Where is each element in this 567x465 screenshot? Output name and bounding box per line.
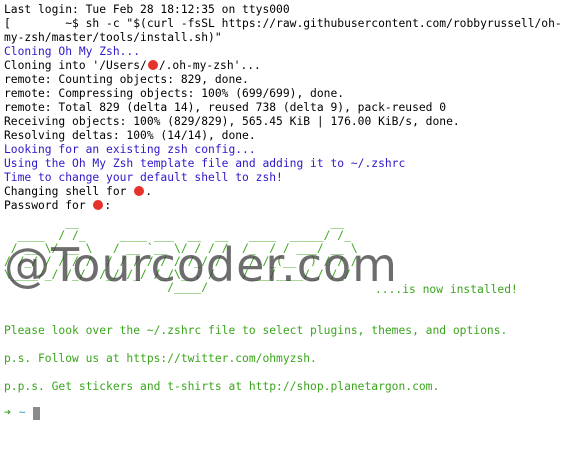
- password-suffix: :: [104, 199, 112, 212]
- terminal-output: Last login: Tue Feb 28 18:12:35 on ttys0…: [4, 3, 564, 213]
- changing-shell-line: Changing shell for .: [4, 185, 564, 199]
- redaction-mark: [134, 186, 145, 196]
- cloning-into-line: Cloning into '/Users/ /.oh-my-zsh'...: [4, 59, 564, 73]
- looking-config-message: Looking for an existing zsh config...: [4, 143, 256, 156]
- changing-shell-prefix: Changing shell for: [4, 185, 134, 198]
- counting-objects-line: remote: Counting objects: 829, done.: [4, 73, 249, 86]
- installed-message: ....is now installed!: [375, 283, 518, 296]
- watermark-text: @Tourcoder.com: [4, 238, 398, 292]
- twitter-follow-line: p.s. Follow us at https://twitter.com/oh…: [4, 352, 317, 365]
- command-line-2: my-zsh/master/tools/install.sh)": [4, 31, 222, 44]
- shell-prompt[interactable]: ➜ ~: [4, 406, 40, 420]
- change-shell-message: Time to change your default shell to zsh…: [4, 171, 283, 184]
- cloning-into-suffix: /.oh-my-zsh'...: [158, 59, 261, 72]
- total-objects-line: remote: Total 829 (delta 14), reused 738…: [4, 101, 447, 114]
- cloning-message: Cloning Oh My Zsh...: [4, 45, 141, 58]
- prompt-arrow-icon: ➜: [4, 406, 11, 419]
- template-message: Using the Oh My Zsh template file and ad…: [4, 157, 406, 170]
- cloning-into-prefix: Cloning into '/Users/: [4, 59, 147, 72]
- last-login-line: Last login: Tue Feb 28 18:12:35 on ttys0…: [4, 3, 290, 16]
- compressing-objects-line: remote: Compressing objects: 100% (699/6…: [4, 87, 345, 100]
- password-prompt-line[interactable]: Password for :: [4, 199, 564, 213]
- text-cursor: [32, 406, 40, 420]
- redaction-mark: [93, 200, 104, 210]
- redaction-mark: [147, 60, 158, 70]
- changing-shell-suffix: .: [145, 185, 153, 198]
- command-line-1: [ ~$ sh -c "$(curl -fsSL https://raw.git…: [4, 17, 562, 30]
- zshrc-tip-line: Please look over the ~/.zshrc file to se…: [4, 324, 508, 337]
- prompt-directory: ~: [18, 406, 26, 419]
- stickers-line: p.p.s. Get stickers and t-shirts at http…: [4, 380, 440, 393]
- password-prefix: Password for: [4, 199, 93, 212]
- post-install-messages: Please look over the ~/.zshrc file to se…: [4, 324, 564, 394]
- resolving-deltas-line: Resolving deltas: 100% (14/14), done.: [4, 129, 256, 142]
- receiving-objects-line: Receiving objects: 100% (829/829), 565.4…: [4, 115, 460, 128]
